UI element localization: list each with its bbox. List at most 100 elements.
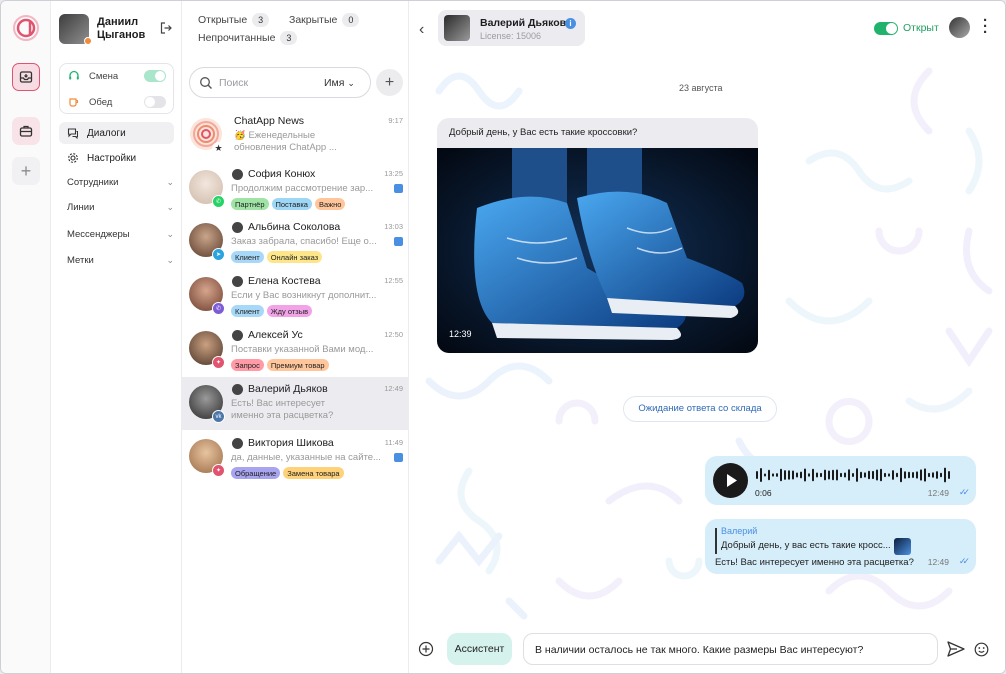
chat-preview: Если у Вас возникнут дополнит...: [231, 290, 377, 301]
send-icon[interactable]: [946, 640, 966, 658]
chevron-down-icon: ⌄: [166, 255, 174, 265]
voice-message: 0:06 12:49 ✓✓: [705, 456, 976, 505]
message-input-value: В наличии осталось не так много. Какие р…: [535, 644, 864, 656]
waveform-bar: [880, 468, 882, 482]
shift-toggle[interactable]: [144, 70, 166, 82]
info-icon[interactable]: i: [565, 18, 576, 29]
new-chat-button[interactable]: +: [376, 69, 403, 96]
chat-item[interactable]: ★ ChatApp News 9:17 🥳 Еженедельные обнов…: [182, 109, 409, 162]
filter-closed-count: 0: [342, 13, 360, 27]
plus-icon: +: [20, 160, 32, 181]
chat-item[interactable]: ✦ Виктория Шикова 11:49 да, данные, указ…: [182, 431, 409, 484]
sort-select[interactable]: Имя ⌄: [324, 77, 355, 89]
system-note: Ожидание ответа со склада: [623, 396, 777, 422]
nav-section-lines[interactable]: Линии ⌄: [67, 202, 174, 213]
waveform-bar: [896, 472, 898, 478]
quote-text: Добрый день, у вас есть такие кросс...: [721, 540, 891, 551]
search-input[interactable]: Поиск: [219, 77, 248, 89]
back-button[interactable]: ‹: [419, 21, 424, 39]
unread-indicator: [394, 237, 403, 246]
waveform-bar: [804, 468, 806, 482]
chat-item[interactable]: ✆ София Конюх 13:25 Продолжим рассмотрен…: [182, 162, 409, 215]
chat-list-panel: Открытые 3 Закрытые 0 Непрочитанные 3 Поиск…: [182, 1, 409, 673]
waveform-bar: [864, 472, 866, 478]
filter-closed[interactable]: Закрытые 0: [289, 13, 360, 27]
filter-open[interactable]: Открытые 3: [198, 13, 270, 27]
waveform-bar: [796, 472, 798, 478]
quote-thumbnail: [894, 538, 911, 555]
nav-dialogs[interactable]: Диалоги: [59, 122, 174, 144]
lunch-toggle[interactable]: [144, 96, 166, 108]
voice-waveform[interactable]: [756, 466, 952, 484]
nav-section-labels[interactable]: Метки ⌄: [67, 255, 174, 266]
nav-section-messengers[interactable]: Мессенджеры ⌄: [67, 229, 174, 240]
chat-item[interactable]: ✆ Елена Костева 12:55 Если у Вас возникн…: [182, 269, 409, 322]
chatapp-logo-icon: [13, 15, 39, 41]
waveform-bar: [868, 470, 870, 480]
chevron-down-icon: ⌄: [166, 229, 174, 239]
tag: Клиент: [231, 251, 264, 263]
more-menu-icon[interactable]: · · ·: [983, 13, 988, 40]
logout-icon[interactable]: [159, 21, 173, 35]
message-input[interactable]: В наличии осталось не так много. Какие р…: [523, 633, 938, 665]
chat-open-toggle[interactable]: [874, 22, 898, 35]
chat-item[interactable]: ✦ Алексей Ус 12:50 Поставки указанной Ва…: [182, 323, 409, 376]
play-icon: [727, 474, 737, 487]
chevron-down-icon: ⌄: [166, 177, 174, 187]
tag: Важно: [314, 198, 346, 210]
waveform-bar: [840, 472, 842, 478]
waveform-bar: [816, 472, 818, 478]
chat-time: 12:55: [384, 276, 403, 285]
waveform-bar: [936, 471, 938, 479]
chat-item-selected[interactable]: vk Валерий Дьяков 12:49 Есть! Вас интере…: [182, 377, 409, 430]
nav-section-employees[interactable]: Сотрудники ⌄: [67, 177, 174, 188]
chat-name: Валерий Дьяков: [248, 383, 328, 395]
user-name: Даниил Цыганов: [97, 16, 146, 41]
waveform-bar: [848, 469, 850, 481]
chat-item[interactable]: ➤ Альбина Соколова 13:03 Заказ забрала, …: [182, 215, 409, 268]
nav-dialogs-label: Диалоги: [87, 127, 126, 139]
agent-mini-avatar: [232, 438, 243, 449]
search-icon: [200, 77, 212, 89]
tag: Замена товара: [283, 467, 344, 479]
chat-time: 11:49: [384, 438, 403, 447]
chat-preview: Поставки указанной Вами мод...: [231, 344, 374, 355]
outgoing-reply-message: Валерий Добрый день, у вас есть такие кр…: [705, 519, 976, 574]
waveform-bar: [832, 469, 834, 481]
nav-settings[interactable]: Настройки: [59, 147, 174, 169]
dialogs-icon: [67, 128, 78, 139]
waveform-bar: [756, 471, 758, 479]
chat-preview: да, данные, указанные на сайте...: [231, 452, 381, 463]
sneakers-photo[interactable]: [437, 148, 758, 353]
message-time: 12:39: [449, 329, 472, 339]
add-workspace-button[interactable]: +: [12, 157, 40, 185]
contact-name: Валерий Дьяков: [480, 17, 567, 29]
message-time: 12:49: [927, 488, 949, 498]
filter-unread[interactable]: Непрочитанные 3: [198, 31, 298, 45]
message-text: Есть! Вас интересует именно эта расцветк…: [715, 557, 914, 568]
contact-card[interactable]: Валерий Дьяков i License: 15006: [438, 10, 585, 46]
waveform-bar: [944, 467, 946, 483]
search-box[interactable]: Поиск Имя ⌄: [189, 67, 371, 98]
waveform-bar: [820, 472, 822, 478]
chevron-left-icon: ‹: [419, 21, 425, 38]
chat-time: 12:50: [384, 330, 403, 339]
inbox-button[interactable]: [12, 63, 40, 91]
workspace-button[interactable]: [12, 117, 40, 145]
gear-icon: [68, 153, 78, 163]
play-button[interactable]: [713, 463, 748, 498]
filter-unread-count: 3: [280, 31, 298, 45]
chat-preview: Продолжим рассмотрение зар...: [231, 183, 374, 194]
operator-avatar[interactable]: [949, 17, 970, 38]
viber-icon: ✆: [212, 302, 225, 315]
attach-icon[interactable]: [418, 641, 434, 657]
tag: Онлайн заказ: [266, 251, 323, 263]
waveform-bar: [828, 470, 830, 480]
assistant-button[interactable]: Ассистент: [447, 633, 512, 665]
chatapp-channel-icon: ✦: [212, 356, 225, 369]
emoji-icon[interactable]: [974, 642, 989, 657]
waveform-bar: [812, 468, 814, 482]
waveform-bar: [764, 473, 766, 477]
agent-mini-avatar: [232, 384, 243, 395]
chat-time: 13:03: [384, 222, 403, 231]
